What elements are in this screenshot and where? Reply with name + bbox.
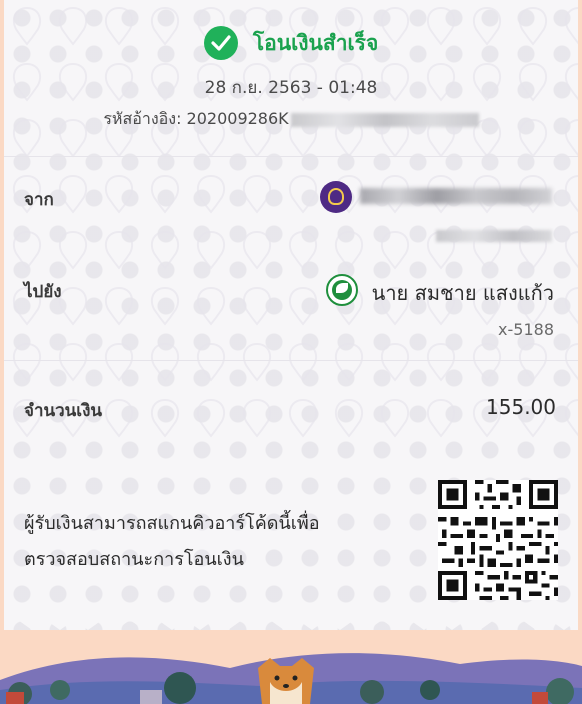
background-pattern bbox=[4, 0, 578, 450]
check-circle-icon bbox=[203, 26, 238, 60]
redacted-sender-account bbox=[436, 230, 552, 242]
transfer-slip-card: โอนเงินสำเร็จ 28 ก.ย. 2563 - 01:48 รหัสอ… bbox=[4, 0, 578, 630]
qr-note: ผู้รับเงินสามารถสแกนคิวอาร์โค้ดนี้เพื่อ … bbox=[24, 506, 384, 578]
transfer-datetime: 28 ก.ย. 2563 - 01:48 bbox=[204, 78, 378, 98]
redacted-sender-name bbox=[360, 188, 552, 204]
divider bbox=[4, 156, 578, 157]
qr-note-line2: ตรวจสอบสถานะการโอนเงิน bbox=[24, 549, 244, 570]
status-title: โอนเงินสำเร็จ bbox=[252, 30, 379, 55]
recipient-account: x-5188 bbox=[498, 320, 554, 339]
amount-value: 155.00 bbox=[486, 395, 556, 419]
redacted-reference bbox=[290, 112, 479, 127]
status-row: โอนเงินสำเร็จ bbox=[4, 26, 578, 60]
qr-note-line1: ผู้รับเงินสามารถสแกนคิวอาร์โค้ดนี้เพื่อ bbox=[24, 513, 320, 534]
kbank-icon bbox=[326, 274, 358, 306]
from-label: จาก bbox=[24, 190, 54, 210]
to-label: ไปยัง bbox=[24, 282, 62, 302]
reference-label: รหัสอ้างอิง: bbox=[103, 109, 182, 128]
reference-value: 202009286K bbox=[186, 109, 289, 128]
recipient-name: นาย สมชาย แสงแก้ว bbox=[371, 281, 554, 305]
qr-code[interactable] bbox=[438, 480, 558, 600]
amount-label: จำนวนเงิน bbox=[24, 401, 103, 421]
scb-bank-icon bbox=[320, 181, 352, 213]
reference-row: รหัสอ้างอิง: 202009286K bbox=[4, 107, 578, 132]
footer-illustration bbox=[0, 620, 582, 704]
divider bbox=[4, 360, 578, 361]
